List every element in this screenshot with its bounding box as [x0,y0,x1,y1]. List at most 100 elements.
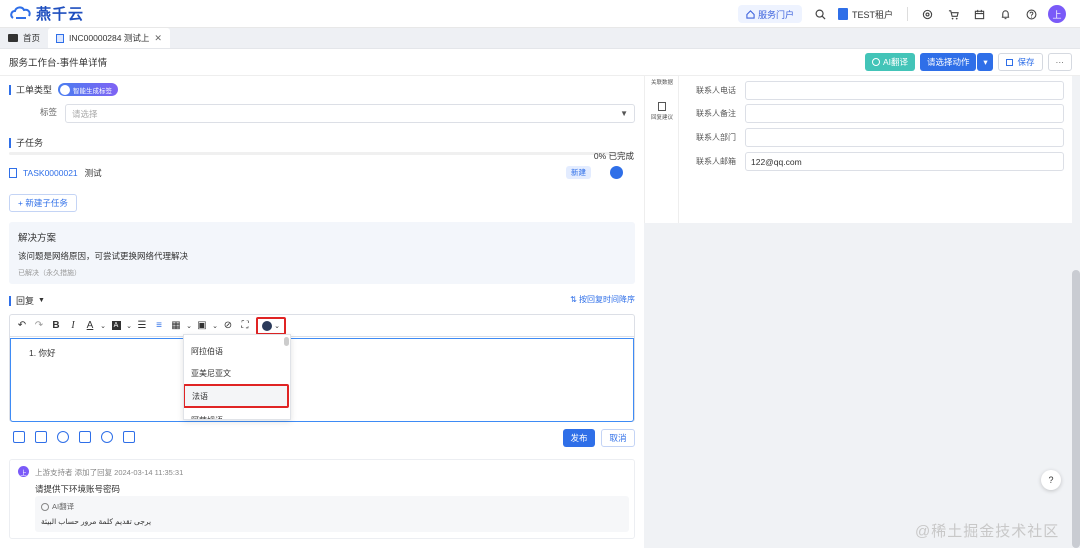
ai-icon [871,58,880,66]
logo-icon [10,6,32,22]
cancel-button[interactable]: 取消 [601,429,635,447]
bold-icon[interactable]: B [48,318,64,334]
subtask-progress-bar [9,152,634,155]
language-option[interactable]: 阿萨姆语 [184,410,288,420]
contact-row: 联系人部门 [696,128,1072,147]
save-button[interactable]: 保存 [998,53,1043,71]
app-logo[interactable]: 燕千云 [10,3,84,24]
service-portal-label: 服务门户 [757,9,794,20]
assignee-avatar[interactable] [610,166,623,179]
tab-home[interactable]: 首页 [0,28,48,48]
side-tab-related-data[interactable]: 关联数据 [645,78,679,86]
ai-translate-label: AI翻译 [882,57,908,67]
document-icon [658,102,666,111]
new-subtask-button[interactable]: + 新建子任务 [9,194,77,212]
subtask-code[interactable]: TASK0000021 [23,168,78,178]
subtask-name: 测试 [84,168,102,178]
search-icon[interactable] [814,7,828,21]
divider [907,7,908,21]
reply-section[interactable]: 回复 ▼ [9,294,45,307]
redo-icon[interactable]: ↷ [31,318,47,334]
close-icon[interactable]: ✕ [154,33,162,44]
logo-text: 燕千云 [36,6,85,23]
help-float-button[interactable]: ? [1041,470,1061,490]
subtask-row[interactable]: TASK0000021 测试 新建 [9,166,635,180]
top-bar: 燕千云 服务门户 TEST租户 上 [0,0,1080,28]
mention-icon[interactable] [57,431,69,443]
chevron-down-icon[interactable]: ⌄ [211,318,219,334]
font-color-icon[interactable]: A [82,318,98,334]
help-icon[interactable] [1024,7,1038,21]
numbered-list-icon[interactable]: ≡ [151,318,167,334]
contact-department-field[interactable] [745,128,1064,147]
caret-down-icon: ▼ [38,297,45,304]
avatar: 上 [18,466,29,477]
more-button[interactable]: ··· [1047,53,1072,71]
language-option-selected[interactable]: 法语 [184,384,289,408]
ai-generate-tag-button[interactable]: 智能生成标签 [58,83,119,96]
bell-icon[interactable] [998,7,1012,21]
contact-note-field[interactable] [745,104,1064,123]
solution-card: 解决方案 该问题是网络原因，可尝试更换网络代理解决 已解决（永久措施） [9,222,635,284]
tab-incident[interactable]: INC00000284 测试上 ✕ [48,28,170,48]
settings-icon[interactable] [920,7,934,21]
section-bar [9,84,11,95]
contact-label: 联系人部门 [696,133,736,142]
copy-icon[interactable] [123,431,135,443]
mail-icon[interactable] [79,431,91,443]
image-upload-icon[interactable]: ▣ [194,318,210,334]
sort-by-time-link[interactable]: ⇅ 按回复时间降序 [570,294,635,305]
tenant-switcher[interactable]: TEST租户 [837,8,893,21]
ai-translate-button[interactable]: AI翻译 [864,53,915,71]
ticket-type-section: 工单类型 智能生成标签 [9,83,119,96]
ai-translate-tool[interactable]: ⌄ [256,316,286,335]
editor-content[interactable]: 1. 你好 [10,338,634,422]
tag-select[interactable]: 请选择 ▼ [65,104,635,123]
user-avatar[interactable]: 上 [1048,5,1066,23]
reply-attachment-bar [13,431,145,443]
language-option[interactable]: 阿拉伯语 [184,341,288,361]
link-icon[interactable]: ⊘ [220,318,236,334]
chevron-down-icon[interactable]: ⌄ [125,318,133,334]
ai-translation-text: يرجى تقديم كلمة مرور حساب البيئة [41,517,152,526]
select-action-button[interactable]: 请选择动作 [919,53,977,71]
hide-icon[interactable] [35,431,47,443]
clock-icon[interactable] [101,431,113,443]
home-icon [746,9,755,19]
publish-button[interactable]: 发布 [563,429,595,447]
calendar-icon[interactable] [972,7,986,21]
language-option[interactable]: 亚美尼亚文 [184,363,288,383]
building-icon [837,8,848,20]
section-title: 子任务 [16,138,44,148]
contact-email-field[interactable]: 122@qq.com [745,152,1064,171]
reply-meta: 上游支持者 添加了回复 2024-03-14 11:35:31 [35,468,184,477]
table-icon[interactable]: ▦ [168,318,184,334]
upload-icon[interactable] [13,431,25,443]
ai-translation-label: AI翻译 [41,501,74,512]
contact-row: 联系人备注 [696,104,1072,123]
contact-phone-field[interactable] [745,81,1064,100]
robot-icon [262,320,273,331]
editor-line: 1. 你好 [29,348,56,358]
reply-editor: ↶ ↷ B I A ⌄ A ⌄ ☰ ≡ ▦ ⌄ ▣ ⌄ ⊘ ⛶ ⌄ 1. 你好 [9,314,635,422]
background-color-icon[interactable]: A [108,318,124,334]
side-tab-reply-suggestion[interactable]: 回复建议 [645,102,679,121]
service-portal-button[interactable]: 服务门户 [737,5,802,23]
bullet-list-icon[interactable]: ☰ [134,318,150,334]
chevron-down-icon[interactable]: ▾ [977,53,994,71]
chevron-down-icon[interactable]: ⌄ [185,318,193,334]
main-panel: 工单类型 智能生成标签 标签 请选择 ▼ 子任务 0% 已完成 TASK0000… [0,76,644,548]
language-dropdown: 阿拉伯语 亚美尼亚文 法语 阿萨姆语 [183,334,291,420]
contact-panel: 联系人电话 联系人备注 联系人部门 联系人邮箱 122@qq.com [679,76,1072,223]
chevron-down-icon: ⌄ [274,322,280,330]
subtask-progress-text: 0% 已完成 [593,151,634,161]
ai-label-text: AI翻译 [52,502,75,511]
italic-icon[interactable]: I [65,318,81,334]
chevron-down-icon[interactable]: ⌄ [99,318,107,334]
fullscreen-icon[interactable]: ⛶ [237,318,253,334]
undo-icon[interactable]: ↶ [14,318,30,334]
contact-label: 联系人备注 [696,109,736,118]
cart-icon[interactable] [946,7,960,21]
reply-item: 上 上游支持者 添加了回复 2024-03-14 11:35:31 请提供下环境… [9,459,635,539]
page-scrollbar[interactable] [1072,270,1080,548]
